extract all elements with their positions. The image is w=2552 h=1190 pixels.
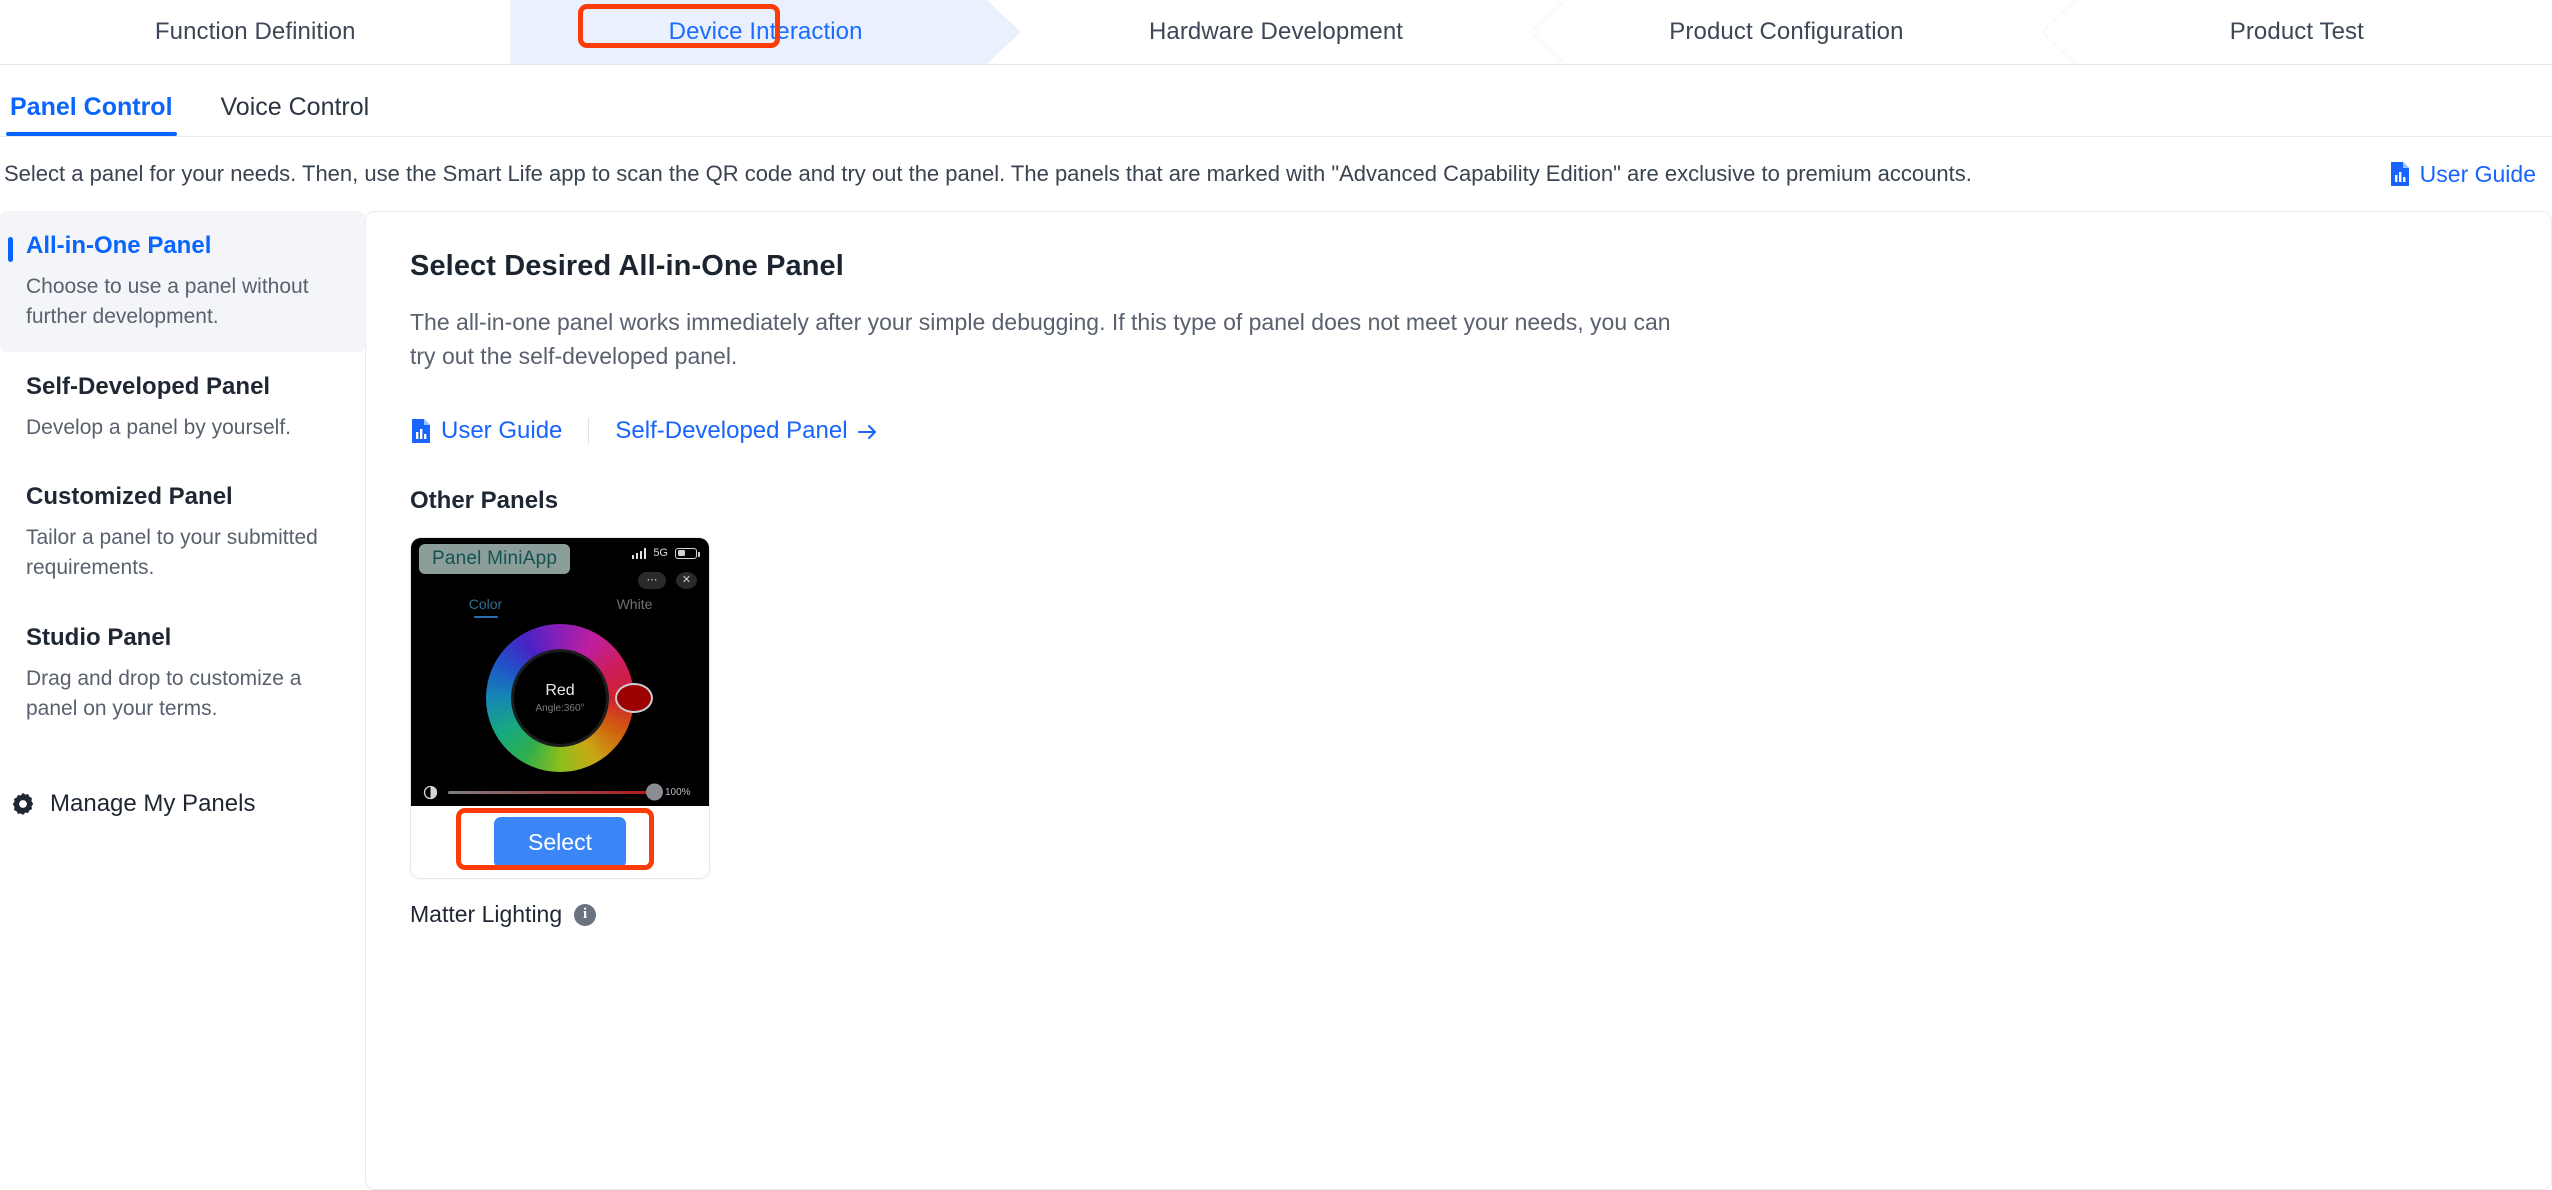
- network-label: 5G: [653, 547, 668, 560]
- tab-panel-control[interactable]: Panel Control: [6, 93, 177, 136]
- info-icon[interactable]: i: [574, 903, 597, 926]
- mode-tab-label: Color: [468, 596, 503, 613]
- panel-mode-tabs: Panel Control Voice Control: [0, 65, 2552, 137]
- sidebar-item-customized-panel[interactable]: Customized Panel Tailor a panel to your …: [0, 462, 365, 603]
- sidebar-item-desc: Choose to use a panel without further de…: [26, 275, 309, 328]
- saturation-slider-row: 100%: [411, 778, 709, 806]
- other-panels-heading: Other Panels: [410, 487, 559, 515]
- document-icon: [2389, 161, 2411, 187]
- sidebar-item-self-developed-panel[interactable]: Self-Developed Panel Develop a panel by …: [0, 352, 365, 463]
- signal-bars-icon: [631, 547, 647, 559]
- tab-label: Voice Control: [220, 93, 370, 121]
- battery-icon: [675, 547, 700, 559]
- panel-miniapp-badge: Panel MiniApp: [419, 544, 571, 575]
- self-developed-panel-link[interactable]: Self-Developed Panel: [615, 417, 878, 445]
- color-wheel-handle[interactable]: [615, 683, 653, 714]
- panel-card-caption-row: Matter Lighting i: [410, 901, 2507, 928]
- step-label: Product Configuration: [1669, 18, 1904, 45]
- sidebar-item-desc: Tailor a panel to your submitted require…: [26, 526, 318, 580]
- mode-tab-label: White: [616, 596, 653, 613]
- arrow-right-icon: [857, 421, 879, 441]
- saturation-icon: [423, 785, 438, 800]
- header-user-guide-link[interactable]: User Guide: [2389, 161, 2536, 188]
- color-angle: Angle:360°: [535, 702, 585, 714]
- content-title: Select Desired All-in-One Panel: [410, 250, 844, 282]
- saturation-slider-handle[interactable]: [646, 783, 663, 801]
- color-wheel-readout: Red Angle:360°: [514, 682, 606, 714]
- content-link-row: User Guide Self-Developed Panel: [410, 417, 2507, 445]
- sidebar-item-title: Studio Panel: [26, 624, 172, 652]
- page-description-row: Select a panel for your needs. Then, use…: [0, 137, 2552, 211]
- content-subtitle: The all-in-one panel works immediately a…: [410, 309, 1671, 370]
- content-user-guide-label: User Guide: [441, 417, 563, 445]
- content-user-guide-link[interactable]: User Guide: [410, 417, 562, 445]
- manage-my-panels-link[interactable]: Manage My Panels: [0, 790, 365, 818]
- step-label: Hardware Development: [1148, 18, 1404, 45]
- manage-my-panels-label: Manage My Panels: [50, 789, 256, 817]
- close-icon[interactable]: ✕: [676, 571, 697, 589]
- panel-preview-card[interactable]: Panel MiniApp 5G ⋯ ✕ Color White Red Ang…: [410, 537, 710, 880]
- panel-color-mode-tabs: Color White: [411, 590, 709, 618]
- panel-card-wrapper: Panel MiniApp 5G ⋯ ✕ Color White Red Ang…: [410, 537, 710, 880]
- saturation-value: 100%: [665, 786, 691, 798]
- step-device-interaction[interactable]: Device Interaction: [510, 0, 1020, 64]
- gear-icon: [10, 791, 36, 817]
- sidebar-item-title: Self-Developed Panel: [26, 372, 271, 400]
- sidebar-item-title: Customized Panel: [26, 483, 233, 511]
- sidebar-item-studio-panel[interactable]: Studio Panel Drag and drop to customize …: [0, 603, 365, 744]
- header-user-guide-label: User Guide: [2419, 160, 2536, 187]
- more-dots-icon[interactable]: ⋯: [638, 571, 666, 589]
- panel-type-sidebar: All-in-One Panel Choose to use a panel w…: [0, 211, 365, 1190]
- all-in-one-panel-content: Select Desired All-in-One Panel The all-…: [365, 211, 2552, 1190]
- saturation-slider[interactable]: [448, 783, 663, 801]
- panel-preview-image: Panel MiniApp 5G ⋯ ✕ Color White Red Ang…: [411, 538, 709, 807]
- mode-tab-white[interactable]: White: [560, 590, 709, 618]
- select-button[interactable]: Select: [494, 816, 626, 868]
- step-product-configuration[interactable]: Product Configuration: [1531, 0, 2041, 64]
- step-label: Function Definition: [154, 18, 356, 45]
- panel-card-footer: Select: [411, 806, 709, 879]
- step-product-test[interactable]: Product Test: [2041, 0, 2552, 64]
- sidebar-item-title: All-in-One Panel: [26, 232, 212, 259]
- step-hardware-development[interactable]: Hardware Development: [1021, 0, 1531, 64]
- page-description: Select a panel for your needs. Then, use…: [4, 161, 1972, 186]
- step-label: Product Test: [2229, 18, 2364, 45]
- tab-voice-control[interactable]: Voice Control: [217, 93, 374, 136]
- link-divider: [588, 418, 590, 445]
- self-developed-panel-label: Self-Developed Panel: [615, 417, 848, 445]
- color-wheel-zone: Red Angle:360°: [411, 618, 709, 778]
- step-label: Device Interaction: [668, 18, 863, 45]
- step-function-definition[interactable]: Function Definition: [0, 0, 510, 64]
- mode-tab-color[interactable]: Color: [411, 590, 560, 618]
- page-body: All-in-One Panel Choose to use a panel w…: [0, 211, 2552, 1190]
- sidebar-item-desc: Drag and drop to customize a panel on yo…: [26, 667, 302, 720]
- document-icon: [410, 418, 432, 444]
- color-name: Red: [545, 682, 575, 700]
- wizard-step-nav: Function Definition Device Interaction H…: [0, 0, 2552, 65]
- sidebar-item-desc: Develop a panel by yourself.: [26, 415, 291, 439]
- panel-card-caption: Matter Lighting: [410, 901, 563, 928]
- tab-label: Panel Control: [10, 93, 173, 121]
- sidebar-item-all-in-one-panel[interactable]: All-in-One Panel Choose to use a panel w…: [0, 211, 365, 352]
